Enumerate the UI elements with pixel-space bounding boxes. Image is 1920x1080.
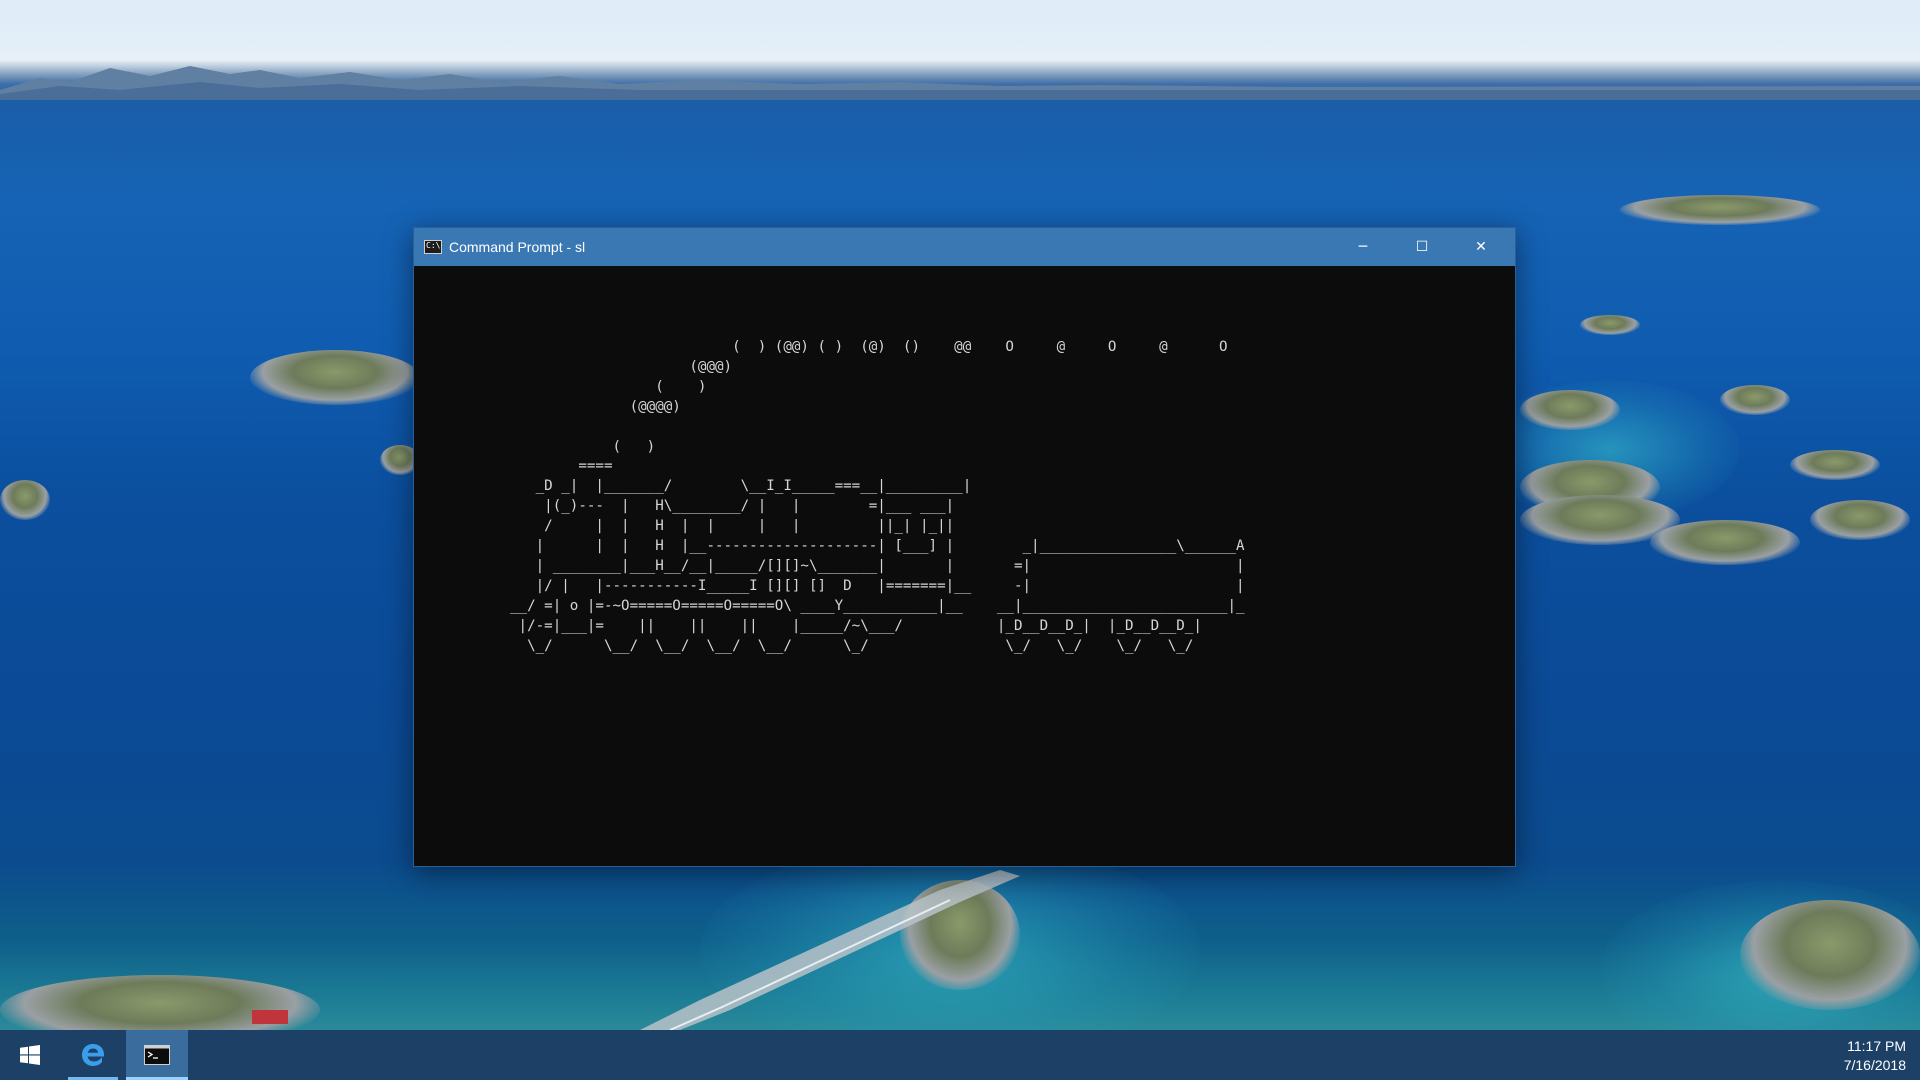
minimize-button[interactable]: ─: [1334, 228, 1392, 266]
window-title: Command Prompt - sl: [449, 239, 586, 255]
command-prompt-window[interactable]: C:\ Command Prompt - sl ─ ☐ ✕ ( ) (@@) (…: [413, 227, 1516, 867]
edge-icon: [82, 1044, 104, 1066]
island: [1790, 450, 1880, 480]
title-bar[interactable]: C:\ Command Prompt - sl ─ ☐ ✕: [414, 228, 1515, 266]
bridge: [640, 870, 1020, 1030]
taskbar: 11:17 PM 7/16/2018: [0, 1030, 1920, 1080]
island: [1520, 390, 1620, 430]
console-output[interactable]: ( ) (@@) ( ) (@) () @@ O @ O @ O (@@@) (…: [414, 266, 1515, 866]
cmd-taskbar-button[interactable]: [126, 1030, 188, 1080]
clock-time: 11:17 PM: [1847, 1038, 1906, 1054]
island: [250, 350, 420, 405]
cmd-icon: [144, 1045, 170, 1065]
start-button[interactable]: [0, 1030, 60, 1080]
close-button[interactable]: ✕: [1452, 228, 1510, 266]
island: [1620, 195, 1820, 225]
edge-taskbar-button[interactable]: [64, 1030, 122, 1080]
ascii-steam-locomotive: ( ) (@@) ( ) (@) () @@ O @ O @ O (@@@) (…: [510, 339, 1245, 654]
island: [0, 480, 50, 520]
cmd-icon-text: C:\: [426, 241, 441, 250]
red-roof-house: [252, 1010, 288, 1024]
windows-logo-icon: [20, 1045, 40, 1065]
system-clock[interactable]: 11:17 PM 7/16/2018: [1844, 1037, 1906, 1075]
island: [1810, 500, 1910, 540]
island: [1580, 315, 1640, 335]
island: [1720, 385, 1790, 415]
cmd-icon: C:\: [424, 240, 442, 254]
maximize-button[interactable]: ☐: [1393, 228, 1451, 266]
island: [1740, 900, 1920, 1010]
mountain-range: [0, 66, 1920, 100]
island: [1650, 520, 1800, 565]
clock-date: 7/16/2018: [1843, 1057, 1906, 1073]
